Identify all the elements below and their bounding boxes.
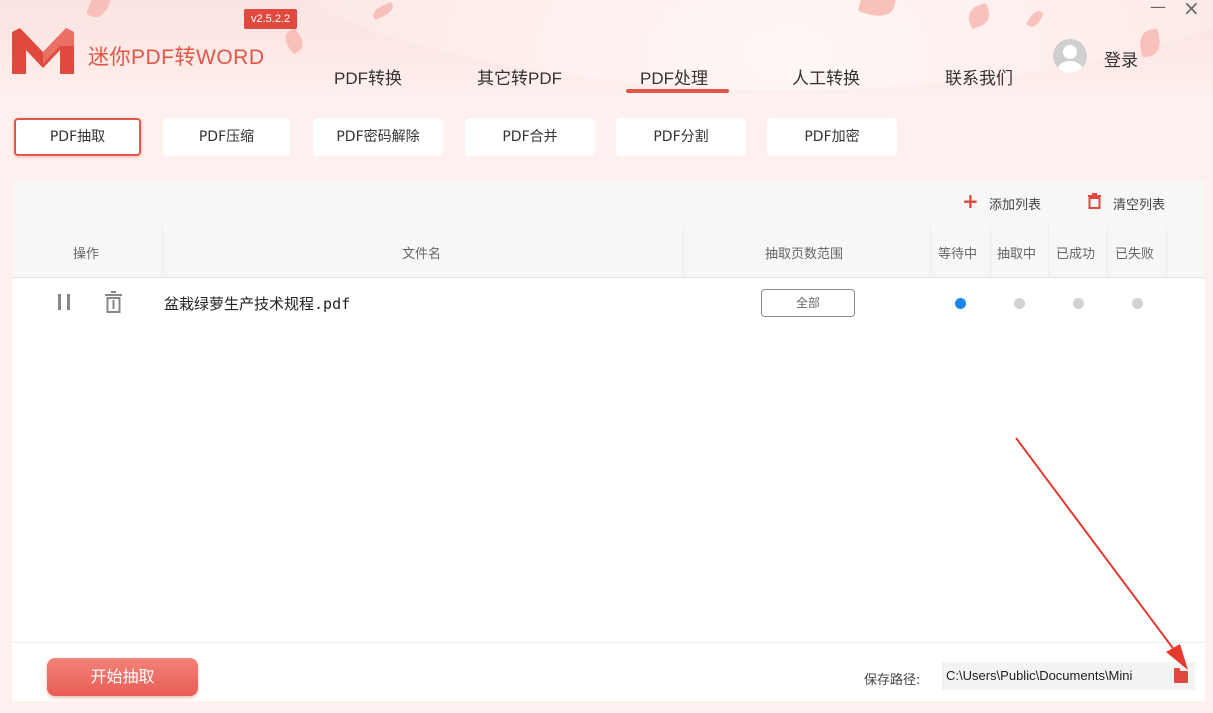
column-divider (683, 226, 684, 278)
subtab-pdf-merge[interactable]: PDF合并 (465, 118, 595, 156)
column-divider (990, 226, 991, 278)
subtab-pdf-compress[interactable]: PDF压缩 (163, 118, 290, 156)
table-header: 操作 文件名 抽取页数范围 等待中 抽取中 已成功 已失败 (12, 226, 1205, 278)
trash-icon[interactable] (1088, 193, 1101, 209)
column-divider (1048, 226, 1049, 278)
avatar-icon[interactable] (1053, 39, 1087, 73)
column-header-extracting: 抽取中 (997, 247, 1037, 262)
version-badge: v2.5.2.2 (244, 9, 298, 29)
petal-decoration (281, 27, 307, 55)
column-divider (1107, 226, 1108, 278)
file-list-panel: + 添加列表 清空列表 操作 文件名 抽取页数范围 等待中 抽取中 已成功 已失… (12, 180, 1205, 701)
save-path-field[interactable]: C:\Users\Public\Documents\Mini (942, 662, 1195, 690)
footer-divider (12, 642, 1205, 643)
delete-row-icon[interactable] (105, 291, 122, 313)
column-header-failed: 已失败 (1115, 247, 1155, 262)
table-row: 盆栽绿萝生产技术规程.pdf 全部 (12, 279, 1205, 327)
close-icon[interactable]: × (1183, 0, 1203, 18)
nav-tab-other-to-pdf[interactable]: 其它转PDF (477, 64, 562, 89)
petal-decoration (86, 0, 112, 21)
nav-tab-pdf-process[interactable]: PDF处理 (640, 64, 708, 89)
app-title: 迷你PDF转WORD (88, 46, 265, 69)
subtab-pdf-split[interactable]: PDF分割 (616, 118, 746, 156)
save-path-label: 保存路径: (864, 673, 921, 688)
nav-tab-manual-convert[interactable]: 人工转换 (792, 64, 860, 89)
list-toolbar: + 添加列表 清空列表 (12, 180, 1205, 226)
subtab-pdf-password-remove[interactable]: PDF密码解除 (313, 118, 443, 156)
column-header-success: 已成功 (1056, 247, 1096, 262)
status-extracting-dot (1014, 298, 1025, 309)
app-logo-icon (12, 28, 74, 74)
start-extract-button[interactable]: 开始抽取 (47, 658, 198, 696)
column-header-op: 操作 (73, 247, 100, 262)
nav-active-indicator (626, 89, 729, 93)
page-range-button[interactable]: 全部 (761, 289, 855, 317)
subtab-pdf-extract[interactable]: PDF抽取 (14, 118, 141, 156)
clear-list-button[interactable]: 清空列表 (1113, 194, 1165, 213)
minimize-icon[interactable]: — (1150, 0, 1168, 15)
pause-icon[interactable] (57, 294, 71, 310)
status-failed-dot (1132, 298, 1143, 309)
folder-icon[interactable] (1174, 668, 1188, 683)
column-header-range: 抽取页数范围 (765, 247, 844, 262)
column-divider (162, 226, 163, 278)
nav-tab-contact[interactable]: 联系我们 (945, 64, 1013, 89)
nav-tab-pdf-convert[interactable]: PDF转换 (334, 64, 402, 89)
add-icon[interactable]: + (962, 189, 979, 213)
login-link[interactable]: 登录 (1104, 46, 1138, 71)
add-list-button[interactable]: 添加列表 (989, 194, 1041, 213)
column-header-filename: 文件名 (402, 247, 442, 262)
subtab-pdf-encrypt[interactable]: PDF加密 (767, 118, 897, 156)
column-header-waiting: 等待中 (938, 247, 978, 262)
file-name: 盆栽绿萝生产技术规程.pdf (164, 295, 351, 313)
status-waiting-dot (955, 298, 966, 309)
column-divider (1166, 226, 1167, 278)
status-success-dot (1073, 298, 1084, 309)
column-divider (930, 226, 931, 278)
